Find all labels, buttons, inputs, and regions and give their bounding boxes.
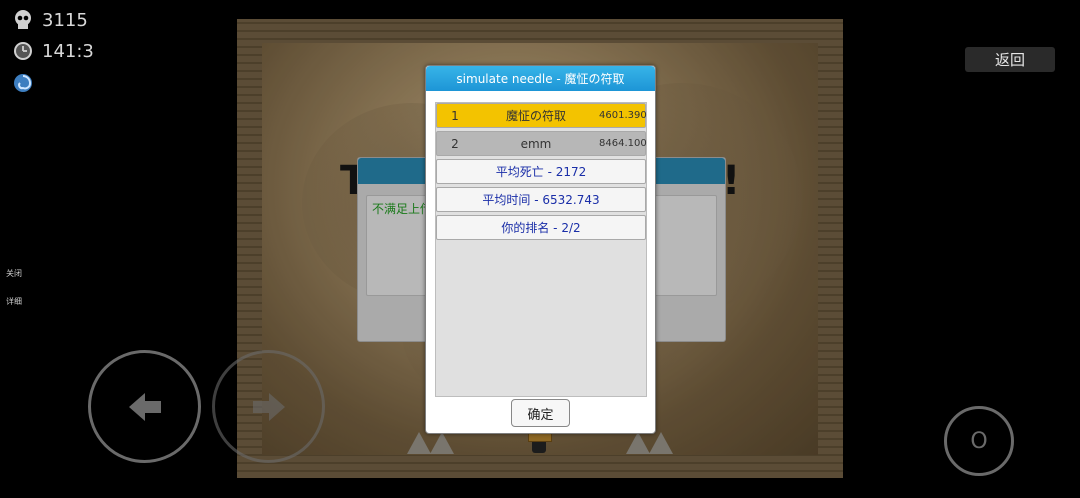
time-counter: 141:3 xyxy=(12,40,94,62)
death-count: 3115 xyxy=(42,9,88,31)
death-counter: 3115 xyxy=(12,9,88,31)
leaderboard-dialog: simulate needle - 魔怔の符取 1 魔怔の符取 4601.390… xyxy=(425,65,656,434)
move-left-button[interactable] xyxy=(88,350,201,463)
ranking-row[interactable]: 2 emm 8464.100 xyxy=(436,131,647,156)
close-link[interactable]: 关闭 xyxy=(6,268,22,279)
average-time: 平均时间 - 6532.743 xyxy=(436,187,646,212)
back-button[interactable]: 返回 xyxy=(965,47,1055,72)
rank-number: 1 xyxy=(451,108,459,123)
rank-number: 2 xyxy=(451,136,459,151)
clock-icon xyxy=(12,40,34,62)
dialog-title: simulate needle - 魔怔の符取 xyxy=(426,66,655,91)
background-panel-text: 不满足上传 xyxy=(372,202,433,216)
average-deaths: 平均死亡 - 2172 xyxy=(436,159,646,184)
leaderboard-list: 1 魔怔の符取 4601.390 2 emm 8464.100 平均死亡 - 2… xyxy=(435,102,647,397)
detail-link[interactable]: 详细 xyxy=(6,296,22,307)
your-rank: 你的排名 - 2/2 xyxy=(436,215,646,240)
skull-icon xyxy=(12,9,34,31)
arrow-left-icon xyxy=(128,392,161,421)
jump-button[interactable]: O xyxy=(944,406,1014,476)
swirl-icon xyxy=(12,72,34,94)
player-score: 8464.100 xyxy=(599,138,647,149)
jump-label: O xyxy=(970,428,988,454)
ranking-row[interactable]: 1 魔怔の符取 4601.390 xyxy=(436,103,647,128)
arrow-right-icon xyxy=(252,392,285,421)
time-value: 141:3 xyxy=(42,40,94,62)
player-name: 魔怔の符取 xyxy=(505,109,566,123)
move-right-button[interactable] xyxy=(212,350,325,463)
player-name: emm xyxy=(520,136,552,151)
player-score: 4601.390 xyxy=(599,110,647,121)
confirm-button[interactable]: 确定 xyxy=(511,399,570,427)
warp-indicator xyxy=(12,72,34,94)
